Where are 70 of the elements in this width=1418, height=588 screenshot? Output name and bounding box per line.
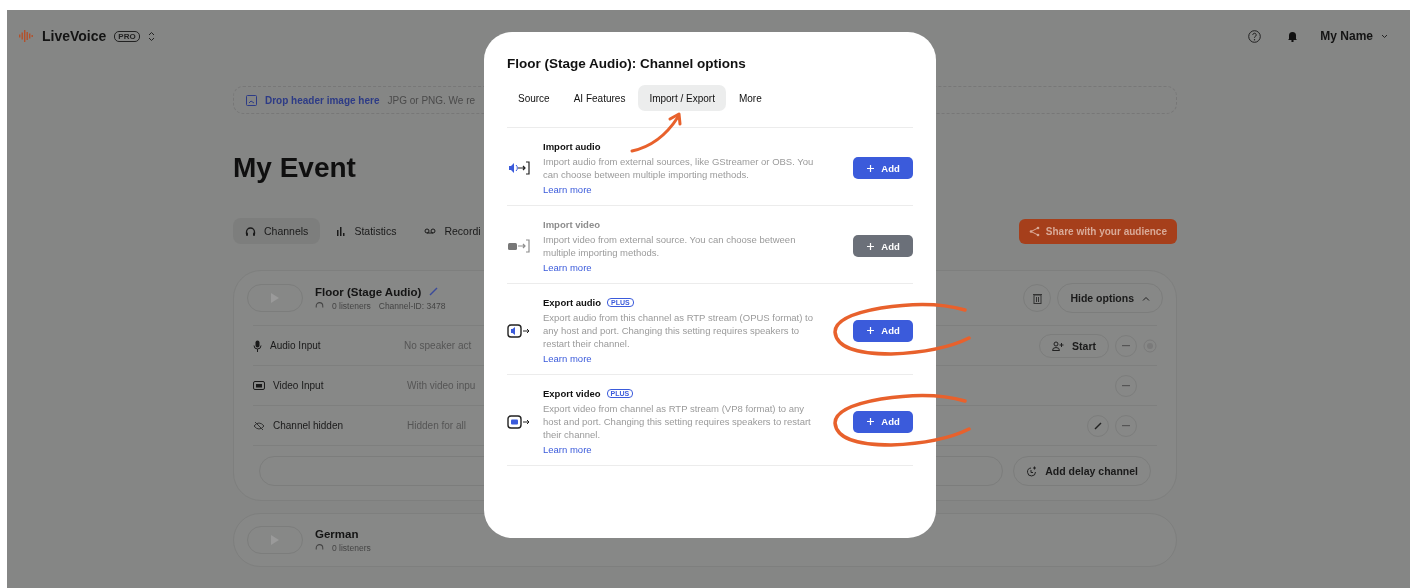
minus-icon	[1122, 384, 1130, 387]
headphones-icon	[315, 543, 324, 552]
chevron-up-icon	[1142, 295, 1150, 301]
add-user-icon	[1052, 340, 1065, 351]
brand-name: LiveVoice	[42, 28, 107, 44]
headphones-icon	[245, 225, 256, 237]
dialog-tab[interactable]: AI Features	[562, 85, 637, 111]
channel-name: German	[315, 527, 359, 540]
play-button[interactable]	[247, 526, 303, 554]
add-button[interactable]: Add	[853, 157, 913, 179]
nav-tab[interactable]: Channels	[233, 218, 321, 244]
screen-icon	[253, 380, 265, 391]
speaker-export-icon	[507, 322, 531, 339]
pencil-icon[interactable]	[429, 287, 439, 296]
learn-more-link[interactable]: Learn more	[543, 184, 592, 195]
option-label: Channel hidden	[272, 420, 345, 431]
image-icon	[246, 94, 257, 106]
play-button[interactable]	[247, 284, 303, 312]
plus-icon	[866, 241, 876, 251]
clock-plus-icon	[1026, 465, 1038, 477]
speaker-arrow-icon	[507, 160, 531, 176]
plus-icon	[866, 326, 876, 335]
share-button[interactable]: Share with your audience	[1018, 218, 1177, 244]
dialog-title: Floor (Stage Audio): Channel options	[507, 56, 747, 71]
dialog-tab[interactable]: Source	[507, 85, 561, 111]
video-export-icon	[507, 413, 531, 430]
minus-icon	[1122, 424, 1130, 427]
share-icon	[1028, 225, 1040, 237]
section-title: Export video	[543, 388, 601, 399]
channel-id: Channel-ID: 3478	[378, 300, 446, 311]
plus-icon	[866, 163, 876, 173]
section-description: Export audio from this channel as RTP stream (OPUS format) to any host and port. Changing this setting requires speakers to restart their channel.	[543, 311, 814, 350]
plan-badge: PRO	[114, 30, 140, 42]
listener-count: 0 listeners	[332, 300, 371, 311]
pencil-icon	[1093, 421, 1103, 430]
bar-chart-icon	[336, 226, 347, 236]
nav-tab[interactable]: Statistics	[324, 218, 409, 244]
chevron-up-down-icon[interactable]	[147, 30, 155, 42]
option-label: Audio Input	[269, 340, 322, 351]
learn-more-link[interactable]: Learn more	[543, 353, 592, 364]
section-description: Export video from channel as RTP stream (VP8 format) to any host and port. Changing this setting requires speakers to restart their channel.	[543, 402, 812, 441]
nav-tab[interactable]: Recordi	[412, 218, 493, 244]
voicemail-icon	[424, 227, 437, 235]
learn-more-link[interactable]: Learn more	[543, 444, 592, 455]
section-description: Import video from external source. You can choose between multiple importing methods.	[543, 233, 797, 259]
dialog-tab[interactable]: More	[727, 85, 773, 111]
add-button[interactable]: Add	[853, 319, 913, 342]
event-title: My Event	[233, 152, 356, 184]
video-arrow-icon	[507, 238, 531, 254]
microphone-icon	[253, 339, 262, 352]
add-button[interactable]: Add	[853, 410, 913, 433]
dialog-tab[interactable]: Import / Export	[638, 85, 726, 111]
eye-off-icon	[253, 420, 265, 431]
listener-count: 0 listeners	[332, 542, 371, 553]
plus-icon	[866, 417, 876, 426]
trash-icon	[1032, 292, 1042, 304]
logo-icon	[18, 28, 34, 44]
minus-icon	[1122, 344, 1130, 347]
image-hint: JPG or PNG. We re	[387, 94, 476, 106]
bell-icon[interactable]	[1287, 30, 1299, 42]
headphones-icon	[315, 301, 324, 310]
chevron-down-icon[interactable]	[1381, 33, 1388, 39]
section-title: Import audio	[543, 141, 601, 152]
section-title: Export audio	[543, 297, 602, 308]
option-label: Video Input	[272, 380, 325, 391]
help-icon[interactable]	[1248, 29, 1262, 43]
user-menu[interactable]: My Name	[1320, 29, 1373, 43]
section-description: Import audio from external sources, like GStreamer or OBS. You can choose between multiple importing methods.	[543, 155, 815, 181]
section-title: Import video	[543, 219, 600, 230]
channel-name: Floor (Stage Audio)	[315, 285, 422, 298]
